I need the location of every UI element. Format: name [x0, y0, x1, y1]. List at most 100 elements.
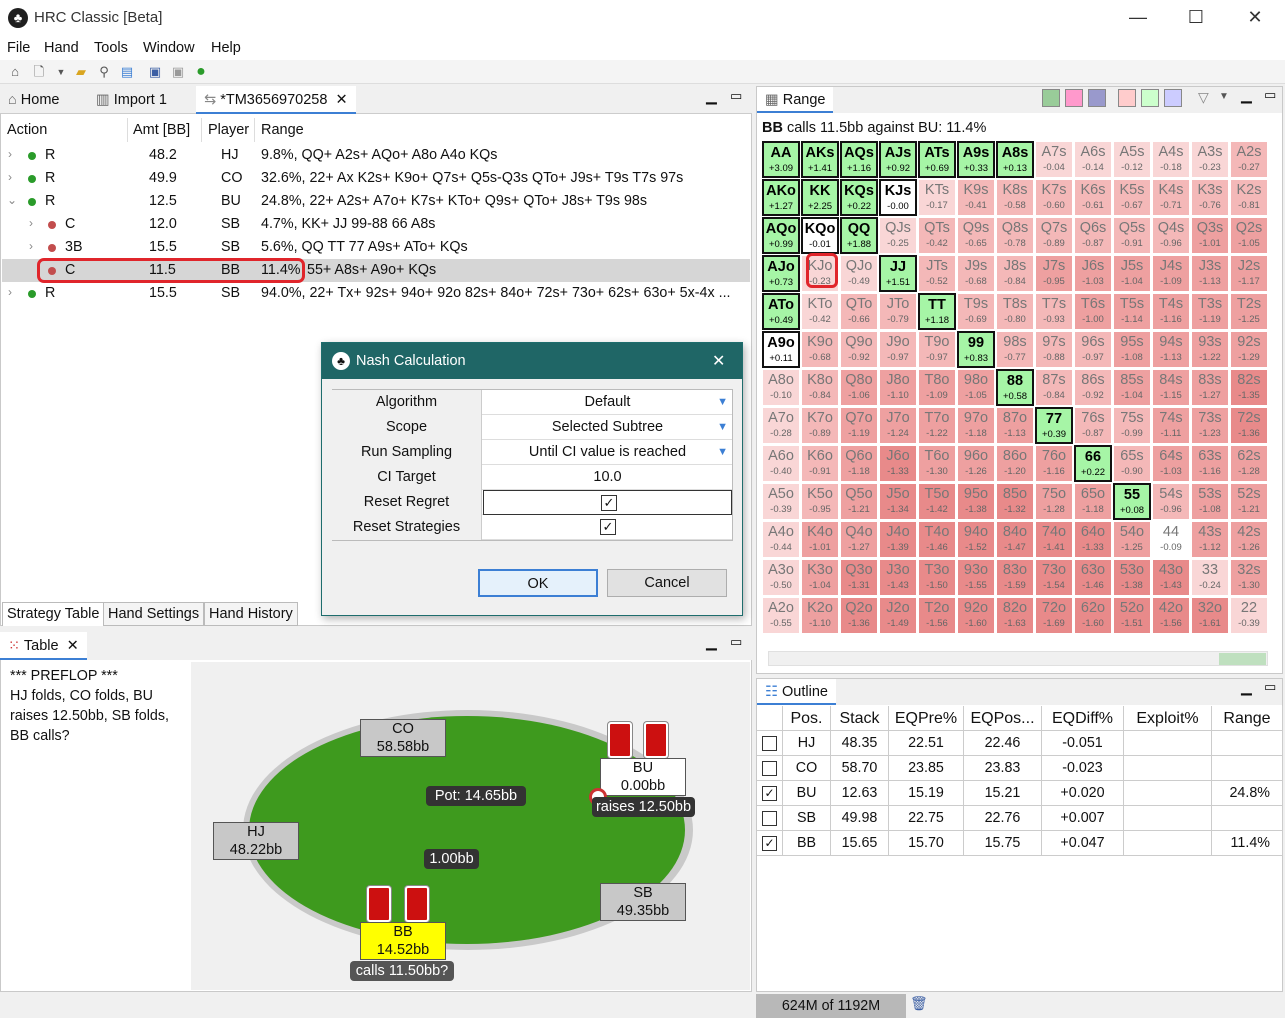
range-cell[interactable]: JTs -0.52: [918, 255, 956, 292]
reset-strategies-checkbox[interactable]: ✓: [600, 519, 616, 535]
range-cell[interactable]: J3o -1.43: [879, 559, 917, 596]
range-cell[interactable]: KK +2.25: [801, 179, 839, 216]
chevron-right-icon[interactable]: ›: [29, 216, 33, 230]
minimize-panel-icon[interactable]: ▁: [706, 88, 717, 105]
range-cell[interactable]: T4o -1.46: [918, 521, 956, 558]
chevron-right-icon[interactable]: ›: [8, 285, 12, 299]
range-cell[interactable]: J2o -1.49: [879, 597, 917, 634]
row-checkbox[interactable]: [762, 811, 777, 826]
tab-range[interactable]: ▦ Range: [757, 87, 834, 113]
range-cell[interactable]: Q3o -1.31: [840, 559, 878, 596]
range-cell[interactable]: 53s -1.08: [1191, 483, 1229, 520]
range-cell[interactable]: J6o -1.33: [879, 445, 917, 482]
save-icon[interactable]: ▣: [146, 63, 164, 81]
range-cell[interactable]: K2s -0.81: [1230, 179, 1268, 216]
chevron-down-icon[interactable]: ▼: [717, 415, 728, 440]
table-row[interactable]: › C 12.0 SB 4.7%, KK+ JJ 99-88 66 A8s: [2, 213, 750, 236]
dropdown-icon[interactable]: ▼: [52, 63, 70, 81]
col-action[interactable]: Action: [7, 122, 47, 138]
view-mode-icon[interactable]: [1042, 89, 1060, 107]
range-cell[interactable]: 93o -1.55: [957, 559, 995, 596]
range-cell[interactable]: 97o -1.18: [957, 407, 995, 444]
range-cell[interactable]: 53o -1.38: [1113, 559, 1151, 596]
range-cell[interactable]: 64o -1.33: [1074, 521, 1112, 558]
range-cell[interactable]: 33 -0.24: [1191, 559, 1229, 596]
range-cell[interactable]: 63o -1.46: [1074, 559, 1112, 596]
range-cell[interactable]: T9s -0.69: [957, 293, 995, 330]
range-cell[interactable]: A8o -0.10: [762, 369, 800, 406]
home-icon[interactable]: ⌂: [6, 63, 24, 81]
range-cell[interactable]: Q2s -1.05: [1230, 217, 1268, 254]
chevron-down-icon[interactable]: ⌄: [7, 193, 17, 207]
dialog-close-icon[interactable]: ✕: [712, 351, 725, 371]
tab-outline[interactable]: ☷ Outline: [757, 679, 836, 705]
range-cell[interactable]: J9s -0.68: [957, 255, 995, 292]
range-cell[interactable]: A8s +0.13: [996, 141, 1034, 178]
range-cell[interactable]: 96s -0.97: [1074, 331, 1112, 368]
range-cell[interactable]: KQs +0.22: [840, 179, 878, 216]
range-cell[interactable]: 75o -1.28: [1035, 483, 1073, 520]
outline-header-7[interactable]: Range: [1212, 706, 1283, 731]
range-cell[interactable]: 76s -0.87: [1074, 407, 1112, 444]
range-cell[interactable]: T2s -1.25: [1230, 293, 1268, 330]
range-cell[interactable]: 82s -1.35: [1230, 369, 1268, 406]
open-folder-icon[interactable]: ▰: [72, 63, 90, 81]
range-cell[interactable]: Q7s -0.89: [1035, 217, 1073, 254]
col-amt[interactable]: Amt [BB]: [133, 122, 190, 138]
outline-header-1[interactable]: Pos.: [783, 706, 831, 731]
range-cell[interactable]: 83o -1.59: [996, 559, 1034, 596]
outline-row-check-cell[interactable]: [757, 731, 783, 756]
close-tab-icon[interactable]: ✕: [67, 638, 79, 654]
table-row[interactable]: › R 48.2 HJ 9.8%, QQ+ A2s+ AQo+ A8o A4o …: [2, 144, 750, 167]
seat-sb[interactable]: SB 49.35bb: [600, 883, 686, 921]
tab-import[interactable]: ▥ Import 1: [88, 86, 175, 114]
algorithm-select[interactable]: Default ▼: [483, 390, 732, 415]
range-cell[interactable]: T8s -0.80: [996, 293, 1034, 330]
filter-icon[interactable]: ▽: [1198, 89, 1209, 106]
range-cell[interactable]: K9o -0.68: [801, 331, 839, 368]
range-cell[interactable]: Q9o -0.92: [840, 331, 878, 368]
range-cell[interactable]: 82o -1.63: [996, 597, 1034, 634]
seat-bu[interactable]: BU 0.00bb: [600, 758, 686, 796]
range-cell[interactable]: JJ +1.51: [879, 255, 917, 292]
range-cell[interactable]: K3s -0.76: [1191, 179, 1229, 216]
range-cell[interactable]: QJo -0.49: [840, 255, 878, 292]
reset-regret-cell[interactable]: ✓: [483, 490, 732, 515]
field-run-sampling[interactable]: Run Sampling Until CI value is reached ▼: [332, 440, 732, 465]
range-cell[interactable]: K5s -0.67: [1113, 179, 1151, 216]
tab-hand-settings[interactable]: Hand Settings: [103, 602, 205, 626]
range-cell[interactable]: 93s -1.22: [1191, 331, 1229, 368]
range-cell[interactable]: 92o -1.60: [957, 597, 995, 634]
range-cell[interactable]: 73s -1.23: [1191, 407, 1229, 444]
range-cell[interactable]: AJs +0.92: [879, 141, 917, 178]
table-row[interactable]: › R 15.5 SB 94.0%, 22+ Tx+ 92s+ 94o+ 92o…: [2, 282, 750, 305]
range-cell[interactable]: Q4o -1.27: [840, 521, 878, 558]
range-cell[interactable]: 62s -1.28: [1230, 445, 1268, 482]
range-cell[interactable]: 84o -1.47: [996, 521, 1034, 558]
range-cell[interactable]: 55 +0.08: [1113, 483, 1151, 520]
row-checkbox[interactable]: [762, 736, 777, 751]
range-cell[interactable]: 76o -1.16: [1035, 445, 1073, 482]
range-cell[interactable]: 66 +0.22: [1074, 445, 1112, 482]
menu-file[interactable]: File: [7, 40, 30, 56]
chevron-right-icon[interactable]: ›: [8, 147, 12, 161]
range-cell[interactable]: T6o -1.30: [918, 445, 956, 482]
reset-strategies-cell[interactable]: ✓: [483, 515, 732, 540]
range-cell[interactable]: A9o +0.11: [762, 331, 800, 368]
row-checkbox[interactable]: ✓: [762, 786, 777, 801]
maximize-panel-icon[interactable]: ▭: [730, 634, 742, 650]
range-cell[interactable]: JTo -0.79: [879, 293, 917, 330]
range-cell[interactable]: Q4s -0.96: [1152, 217, 1190, 254]
run-sampling-select[interactable]: Until CI value is reached ▼: [483, 440, 732, 465]
range-cell[interactable]: Q6o -1.18: [840, 445, 878, 482]
menu-window[interactable]: Window: [143, 40, 195, 56]
range-cell[interactable]: T5o -1.42: [918, 483, 956, 520]
field-reset-strategies[interactable]: Reset Strategies ✓: [332, 515, 732, 540]
outline-row-check-cell[interactable]: ✓: [757, 781, 783, 806]
range-cell[interactable]: A5s -0.12: [1113, 141, 1151, 178]
maximize-panel-icon[interactable]: ▭: [1264, 679, 1276, 695]
chevron-down-icon[interactable]: ▼: [717, 440, 728, 465]
range-cell[interactable]: J4s -1.09: [1152, 255, 1190, 292]
range-cell[interactable]: 98s -0.77: [996, 331, 1034, 368]
range-cell[interactable]: Q5s -0.91: [1113, 217, 1151, 254]
